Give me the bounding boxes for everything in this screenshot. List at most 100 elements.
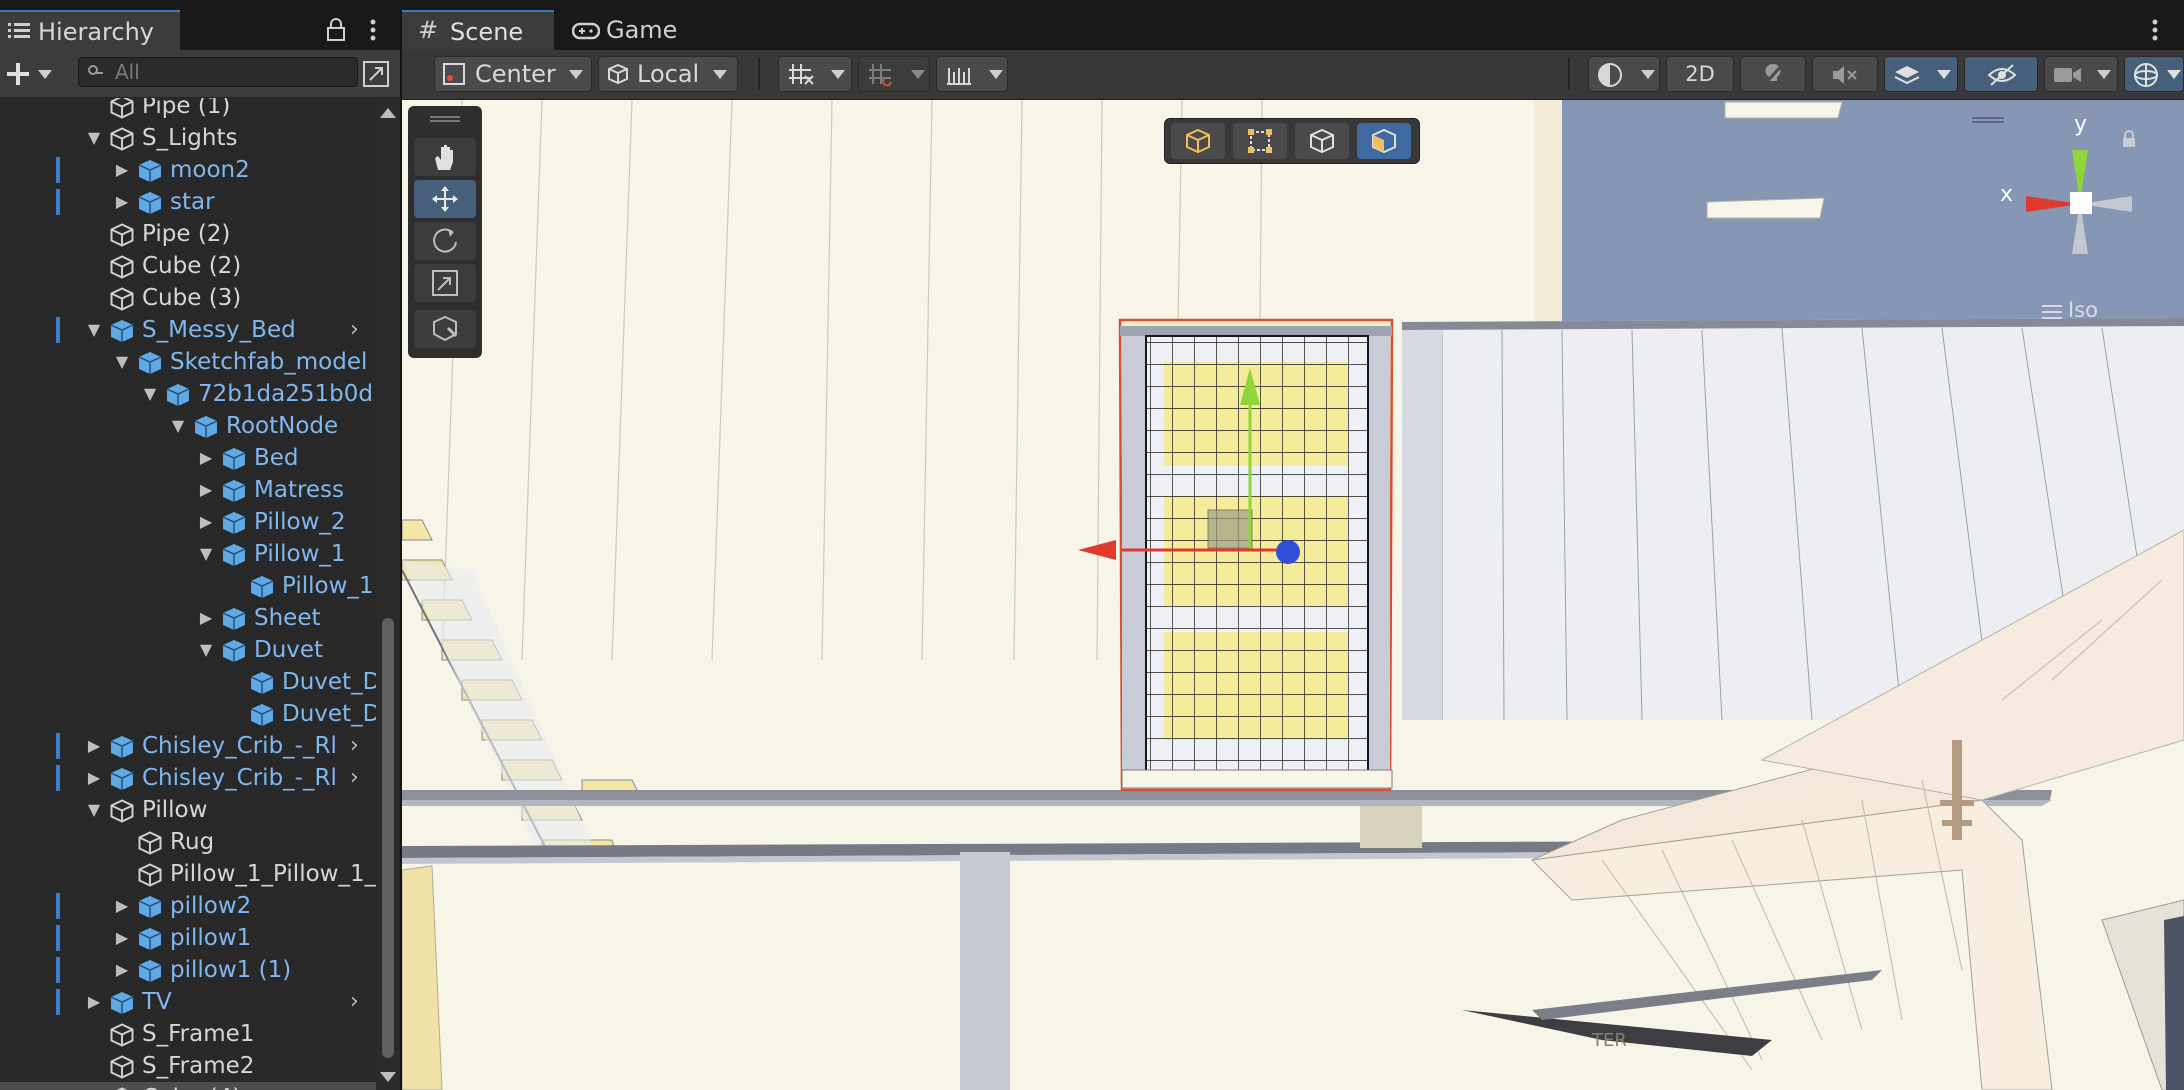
hierarchy-row[interactable]: ▶ Pillow_2 [0, 506, 376, 538]
tab-scene[interactable]: # Scene [402, 10, 554, 50]
increment-snap-button[interactable] [858, 56, 930, 92]
hierarchy-row[interactable]: ▼ Pillow_1 [0, 538, 376, 570]
expanded-arrow-icon[interactable]: ▼ [84, 314, 104, 346]
orientation-gizmo[interactable]: y x Iso [1992, 112, 2142, 322]
search-input[interactable]: All [78, 57, 358, 87]
hierarchy-row[interactable]: S_Frame1 [0, 1018, 376, 1050]
open-prefab-chevron-icon[interactable]: › [350, 762, 359, 794]
object-mode-button[interactable] [1171, 123, 1225, 159]
projection-toggle[interactable]: Iso [2042, 298, 2142, 324]
grid-snap-button[interactable] [778, 56, 852, 92]
expanded-arrow-icon[interactable]: ▼ [196, 538, 216, 570]
hierarchy-row[interactable]: ▶ Chisley_Crib_-_Rl › [0, 730, 376, 762]
move-tool[interactable] [414, 180, 476, 218]
hierarchy-scrollbar[interactable] [376, 98, 400, 1090]
hierarchy-row[interactable]: Pillow_1 [0, 570, 376, 602]
hierarchy-row-label: Pillow [142, 797, 208, 823]
hierarchy-row[interactable]: ▶ TV › [0, 986, 376, 1018]
hierarchy-row[interactable]: ▶ Matress [0, 474, 376, 506]
hierarchy-scroll-thumb[interactable] [382, 618, 394, 1058]
gizmo-lock-icon[interactable] [2122, 130, 2136, 148]
kebab-menu-icon[interactable] [368, 18, 378, 42]
scroll-up-icon[interactable] [380, 108, 396, 118]
hierarchy-row[interactable]: ▶ Chisley_Crib_-_Rl › [0, 762, 376, 794]
collapsed-arrow-icon[interactable]: ▶ [112, 186, 132, 218]
hierarchy-row[interactable]: Duvet_D [0, 698, 376, 730]
open-prefab-chevron-icon[interactable]: › [350, 986, 359, 1018]
camera-dropdown[interactable] [2044, 56, 2118, 92]
collapsed-arrow-icon[interactable]: ▶ [196, 442, 216, 474]
hierarchy-row-label: Pipe (1) [142, 98, 231, 119]
hierarchy-row[interactable]: ▼ RootNode [0, 410, 376, 442]
hierarchy-row[interactable]: Pillow_1_Pillow_1_ [0, 858, 376, 890]
add-icon[interactable] [6, 62, 30, 86]
rect-mode-button[interactable] [1233, 123, 1287, 159]
open-prefab-chevron-icon[interactable]: › [350, 314, 359, 346]
hierarchy-row[interactable]: ▶ moon2 [0, 154, 376, 186]
effects-dropdown[interactable] [1884, 56, 1958, 92]
scene-viewport[interactable]: TER y x Iso [402, 100, 2184, 1090]
collapsed-arrow-icon[interactable]: ▶ [196, 602, 216, 634]
scale-tool[interactable] [414, 264, 476, 302]
custom-tool[interactable] [414, 310, 476, 348]
collapsed-arrow-icon[interactable]: ▶ [196, 506, 216, 538]
rotate-tool[interactable] [414, 222, 476, 260]
draw-mode-dropdown[interactable] [1588, 56, 1660, 92]
hierarchy-row[interactable]: ▶ Bed [0, 442, 376, 474]
hierarchy-row[interactable]: ▼ Sketchfab_model [0, 346, 376, 378]
collapsed-arrow-icon[interactable]: ▶ [84, 730, 104, 762]
scene-visibility-toggle[interactable] [1964, 56, 2038, 92]
hierarchy-row[interactable]: ▶ pillow1 [0, 922, 376, 954]
space-dropdown[interactable]: Local [598, 56, 738, 92]
collapsed-arrow-icon[interactable]: ▶ [112, 890, 132, 922]
open-prefab-chevron-icon[interactable]: › [350, 730, 359, 762]
expanded-arrow-icon[interactable]: ▼ [196, 634, 216, 666]
chevron-down-icon[interactable] [38, 70, 52, 80]
expanded-arrow-icon[interactable]: ▼ [140, 378, 160, 410]
hand-tool[interactable] [414, 138, 476, 176]
pivot-dropdown[interactable]: Center [434, 56, 592, 92]
collapsed-arrow-icon[interactable]: ▶ [196, 474, 216, 506]
collapsed-arrow-icon[interactable]: ▶ [112, 154, 132, 186]
hierarchy-row[interactable]: Cube (2) [0, 250, 376, 282]
scroll-down-icon[interactable] [380, 1072, 396, 1082]
gizmos-dropdown[interactable] [2124, 56, 2184, 92]
hierarchy-row[interactable]: ▶ pillow2 [0, 890, 376, 922]
hierarchy-row[interactable]: Pipe (2) [0, 218, 376, 250]
prefab-cube-icon [138, 352, 162, 374]
scene-kebab-icon[interactable] [2150, 18, 2160, 42]
hierarchy-row[interactable]: Pipe (1) [0, 98, 376, 122]
collapsed-arrow-icon[interactable]: ▶ [112, 922, 132, 954]
hierarchy-row[interactable]: ▼ Duvet [0, 634, 376, 666]
vertex-mode-button[interactable] [1295, 123, 1349, 159]
expanded-arrow-icon[interactable]: ▼ [84, 122, 104, 154]
hierarchy-row[interactable]: ▼ S_Messy_Bed › [0, 314, 376, 346]
hierarchy-row[interactable]: ▶ pillow1 (1) [0, 954, 376, 986]
hierarchy-row[interactable]: ▼ 72b1da251b0d [0, 378, 376, 410]
expanded-arrow-icon[interactable]: ▼ [168, 410, 188, 442]
toggle-2d-button[interactable]: 2D [1666, 56, 1734, 92]
expanded-arrow-icon[interactable]: ▼ [112, 346, 132, 378]
collapsed-arrow-icon[interactable]: ▶ [84, 986, 104, 1018]
grid-visibility-button[interactable] [936, 56, 1008, 92]
hierarchy-row[interactable]: ▶ Sheet [0, 602, 376, 634]
expanded-arrow-icon[interactable]: ▼ [84, 794, 104, 826]
audio-toggle[interactable] [1812, 56, 1878, 92]
hierarchy-row[interactable]: ▼ S_Lights [0, 122, 376, 154]
lighting-toggle[interactable] [1740, 56, 1806, 92]
hierarchy-row[interactable]: Cube (3) [0, 282, 376, 314]
hierarchy-row[interactable]: Duvet_D [0, 666, 376, 698]
hierarchy-row[interactable]: Rug [0, 826, 376, 858]
tab-hierarchy[interactable]: Hierarchy [0, 10, 180, 50]
scene-visibility-icon[interactable] [362, 60, 390, 88]
hierarchy-row[interactable]: S_Frame2 [0, 1050, 376, 1082]
face-mode-button[interactable] [1357, 123, 1411, 159]
collapsed-arrow-icon[interactable]: ▶ [84, 762, 104, 794]
drag-handle[interactable] [430, 116, 460, 118]
hierarchy-row[interactable]: ▶ star [0, 186, 376, 218]
lock-icon[interactable] [326, 18, 346, 42]
hierarchy-row[interactable]: ▼ Pillow [0, 794, 376, 826]
tab-game[interactable]: Game [570, 10, 700, 50]
hierarchy-row[interactable]: Cube (4) [0, 1082, 376, 1090]
collapsed-arrow-icon[interactable]: ▶ [112, 954, 132, 986]
